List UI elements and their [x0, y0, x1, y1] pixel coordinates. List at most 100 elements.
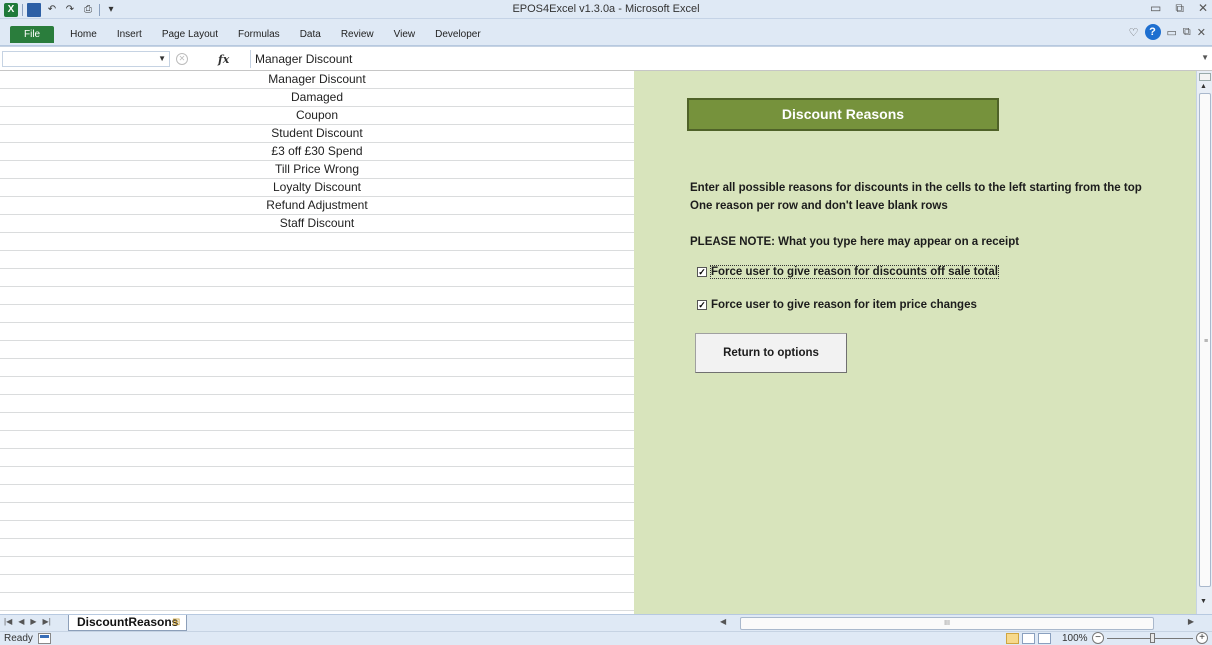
- cell[interactable]: Staff Discount: [0, 215, 634, 232]
- workbook-restore-icon[interactable]: ⧉: [1183, 26, 1191, 39]
- cell[interactable]: Damaged: [0, 89, 634, 106]
- page-break-view-icon[interactable]: [1038, 633, 1051, 644]
- tab-data[interactable]: Data: [290, 26, 331, 43]
- minimize-ribbon-icon[interactable]: ♡: [1129, 26, 1139, 39]
- table-row[interactable]: Loyalty Discount: [0, 179, 634, 197]
- name-box[interactable]: ▼: [2, 51, 170, 67]
- last-sheet-icon[interactable]: ▶|: [43, 617, 51, 626]
- ribbon: File Home Insert Page Layout Formulas Da…: [0, 19, 1212, 46]
- scroll-right-icon[interactable]: ▶: [1188, 617, 1194, 626]
- table-row[interactable]: [0, 377, 634, 395]
- table-row[interactable]: [0, 521, 634, 539]
- close-icon[interactable]: ✕: [1198, 1, 1208, 16]
- table-row[interactable]: Refund Adjustment: [0, 197, 634, 215]
- tab-home[interactable]: Home: [60, 26, 107, 43]
- chevron-down-icon[interactable]: ▼: [158, 54, 166, 63]
- ribbon-tabs: File Home Insert Page Layout Formulas Da…: [10, 26, 491, 43]
- tab-developer[interactable]: Developer: [425, 26, 491, 43]
- status-bar: Ready 100% − +: [0, 631, 1212, 645]
- table-row[interactable]: [0, 233, 634, 251]
- cell[interactable]: Student Discount: [0, 125, 634, 142]
- force-reason-item-price-checkbox[interactable]: ✓ Force user to give reason for item pri…: [697, 299, 977, 311]
- worksheet-grid[interactable]: Manager Discount Damaged Coupon Student …: [0, 71, 634, 614]
- table-row[interactable]: [0, 323, 634, 341]
- table-row[interactable]: [0, 341, 634, 359]
- normal-view-icon[interactable]: [1006, 633, 1019, 644]
- table-row[interactable]: [0, 467, 634, 485]
- tab-insert[interactable]: Insert: [107, 26, 152, 43]
- minimize-icon[interactable]: ▭: [1150, 1, 1161, 16]
- prev-sheet-icon[interactable]: ◀: [18, 617, 24, 626]
- sheet-tab-bar: |◀ ◀ ▶ ▶| DiscountReasons ⊞ ◀ III ▶: [0, 614, 1212, 631]
- scroll-thumb[interactable]: ≡: [1199, 93, 1211, 587]
- page-layout-view-icon[interactable]: [1022, 633, 1035, 644]
- cell[interactable]: Coupon: [0, 107, 634, 124]
- tab-page-layout[interactable]: Page Layout: [152, 26, 228, 43]
- cell[interactable]: Till Price Wrong: [0, 161, 634, 178]
- checkbox-checked-icon[interactable]: ✓: [697, 300, 707, 310]
- table-row[interactable]: [0, 503, 634, 521]
- table-row[interactable]: [0, 269, 634, 287]
- table-row[interactable]: Student Discount: [0, 125, 634, 143]
- cell[interactable]: Loyalty Discount: [0, 179, 634, 196]
- table-row[interactable]: [0, 449, 634, 467]
- zoom-level[interactable]: 100%: [1062, 633, 1088, 644]
- table-row[interactable]: Staff Discount: [0, 215, 634, 233]
- table-row[interactable]: Damaged: [0, 89, 634, 107]
- split-box[interactable]: [1199, 73, 1211, 81]
- first-sheet-icon[interactable]: |◀: [4, 617, 12, 626]
- scroll-up-icon[interactable]: ▲: [1200, 83, 1207, 90]
- table-row[interactable]: [0, 575, 634, 593]
- return-to-options-button[interactable]: Return to options: [695, 333, 847, 373]
- table-row[interactable]: [0, 359, 634, 377]
- next-sheet-icon[interactable]: ▶: [30, 617, 36, 626]
- horizontal-scrollbar[interactable]: ◀ III ▶: [720, 617, 1196, 630]
- table-row[interactable]: [0, 431, 634, 449]
- table-row[interactable]: [0, 395, 634, 413]
- scroll-down-icon[interactable]: ▼: [1200, 598, 1207, 605]
- scroll-left-icon[interactable]: ◀: [720, 617, 726, 626]
- receipt-note: PLEASE NOTE: What you type here may appe…: [690, 236, 1020, 248]
- table-row[interactable]: [0, 413, 634, 431]
- workbook-minimize-icon[interactable]: ▭: [1167, 26, 1177, 39]
- table-row[interactable]: Coupon: [0, 107, 634, 125]
- record-macro-icon[interactable]: [38, 633, 51, 644]
- table-row[interactable]: [0, 287, 634, 305]
- insert-function-icon[interactable]: fx: [218, 53, 229, 66]
- zoom-in-icon[interactable]: +: [1196, 632, 1208, 644]
- zoom-slider-thumb[interactable]: [1150, 633, 1155, 643]
- checkbox-label[interactable]: Force user to give reason for item price…: [711, 299, 977, 311]
- sheet-tab-discountreasons[interactable]: DiscountReasons: [68, 615, 188, 631]
- tab-view[interactable]: View: [384, 26, 426, 43]
- table-row[interactable]: Till Price Wrong: [0, 161, 634, 179]
- table-row[interactable]: [0, 251, 634, 269]
- checkbox-checked-icon[interactable]: ✓: [697, 267, 707, 277]
- cell[interactable]: Manager Discount: [0, 71, 634, 88]
- help-icon[interactable]: ?: [1144, 24, 1161, 40]
- tab-file[interactable]: File: [10, 26, 55, 43]
- table-row[interactable]: [0, 539, 634, 557]
- table-row[interactable]: Manager Discount: [0, 71, 634, 89]
- checkbox-label[interactable]: Force user to give reason for discounts …: [710, 265, 999, 279]
- table-row[interactable]: [0, 485, 634, 503]
- formula-input[interactable]: Manager Discount: [250, 50, 1196, 68]
- table-row[interactable]: [0, 593, 634, 611]
- table-row[interactable]: [0, 305, 634, 323]
- table-row[interactable]: £3 off £30 Spend: [0, 143, 634, 161]
- restore-icon[interactable]: ⧉: [1175, 1, 1184, 16]
- zoom-out-icon[interactable]: −: [1092, 632, 1104, 644]
- table-row[interactable]: [0, 557, 634, 575]
- workbook-close-icon[interactable]: ✕: [1197, 26, 1206, 39]
- view-buttons: [1006, 633, 1051, 644]
- cell[interactable]: £3 off £30 Spend: [0, 143, 634, 160]
- ribbon-right-controls: ♡ ? ▭ ⧉ ✕: [1129, 24, 1206, 40]
- expand-formula-bar-icon[interactable]: ▼: [1201, 53, 1209, 62]
- tab-review[interactable]: Review: [331, 26, 384, 43]
- vertical-scrollbar[interactable]: ▲ ≡ ▼: [1196, 71, 1212, 614]
- force-reason-sale-total-checkbox[interactable]: ✓ Force user to give reason for discount…: [697, 265, 999, 279]
- cell[interactable]: Refund Adjustment: [0, 197, 634, 214]
- insert-sheet-icon[interactable]: ⊞: [172, 617, 200, 631]
- cancel-icon[interactable]: ✕: [176, 53, 188, 65]
- tab-formulas[interactable]: Formulas: [228, 26, 290, 43]
- scroll-thumb[interactable]: III: [740, 617, 1154, 630]
